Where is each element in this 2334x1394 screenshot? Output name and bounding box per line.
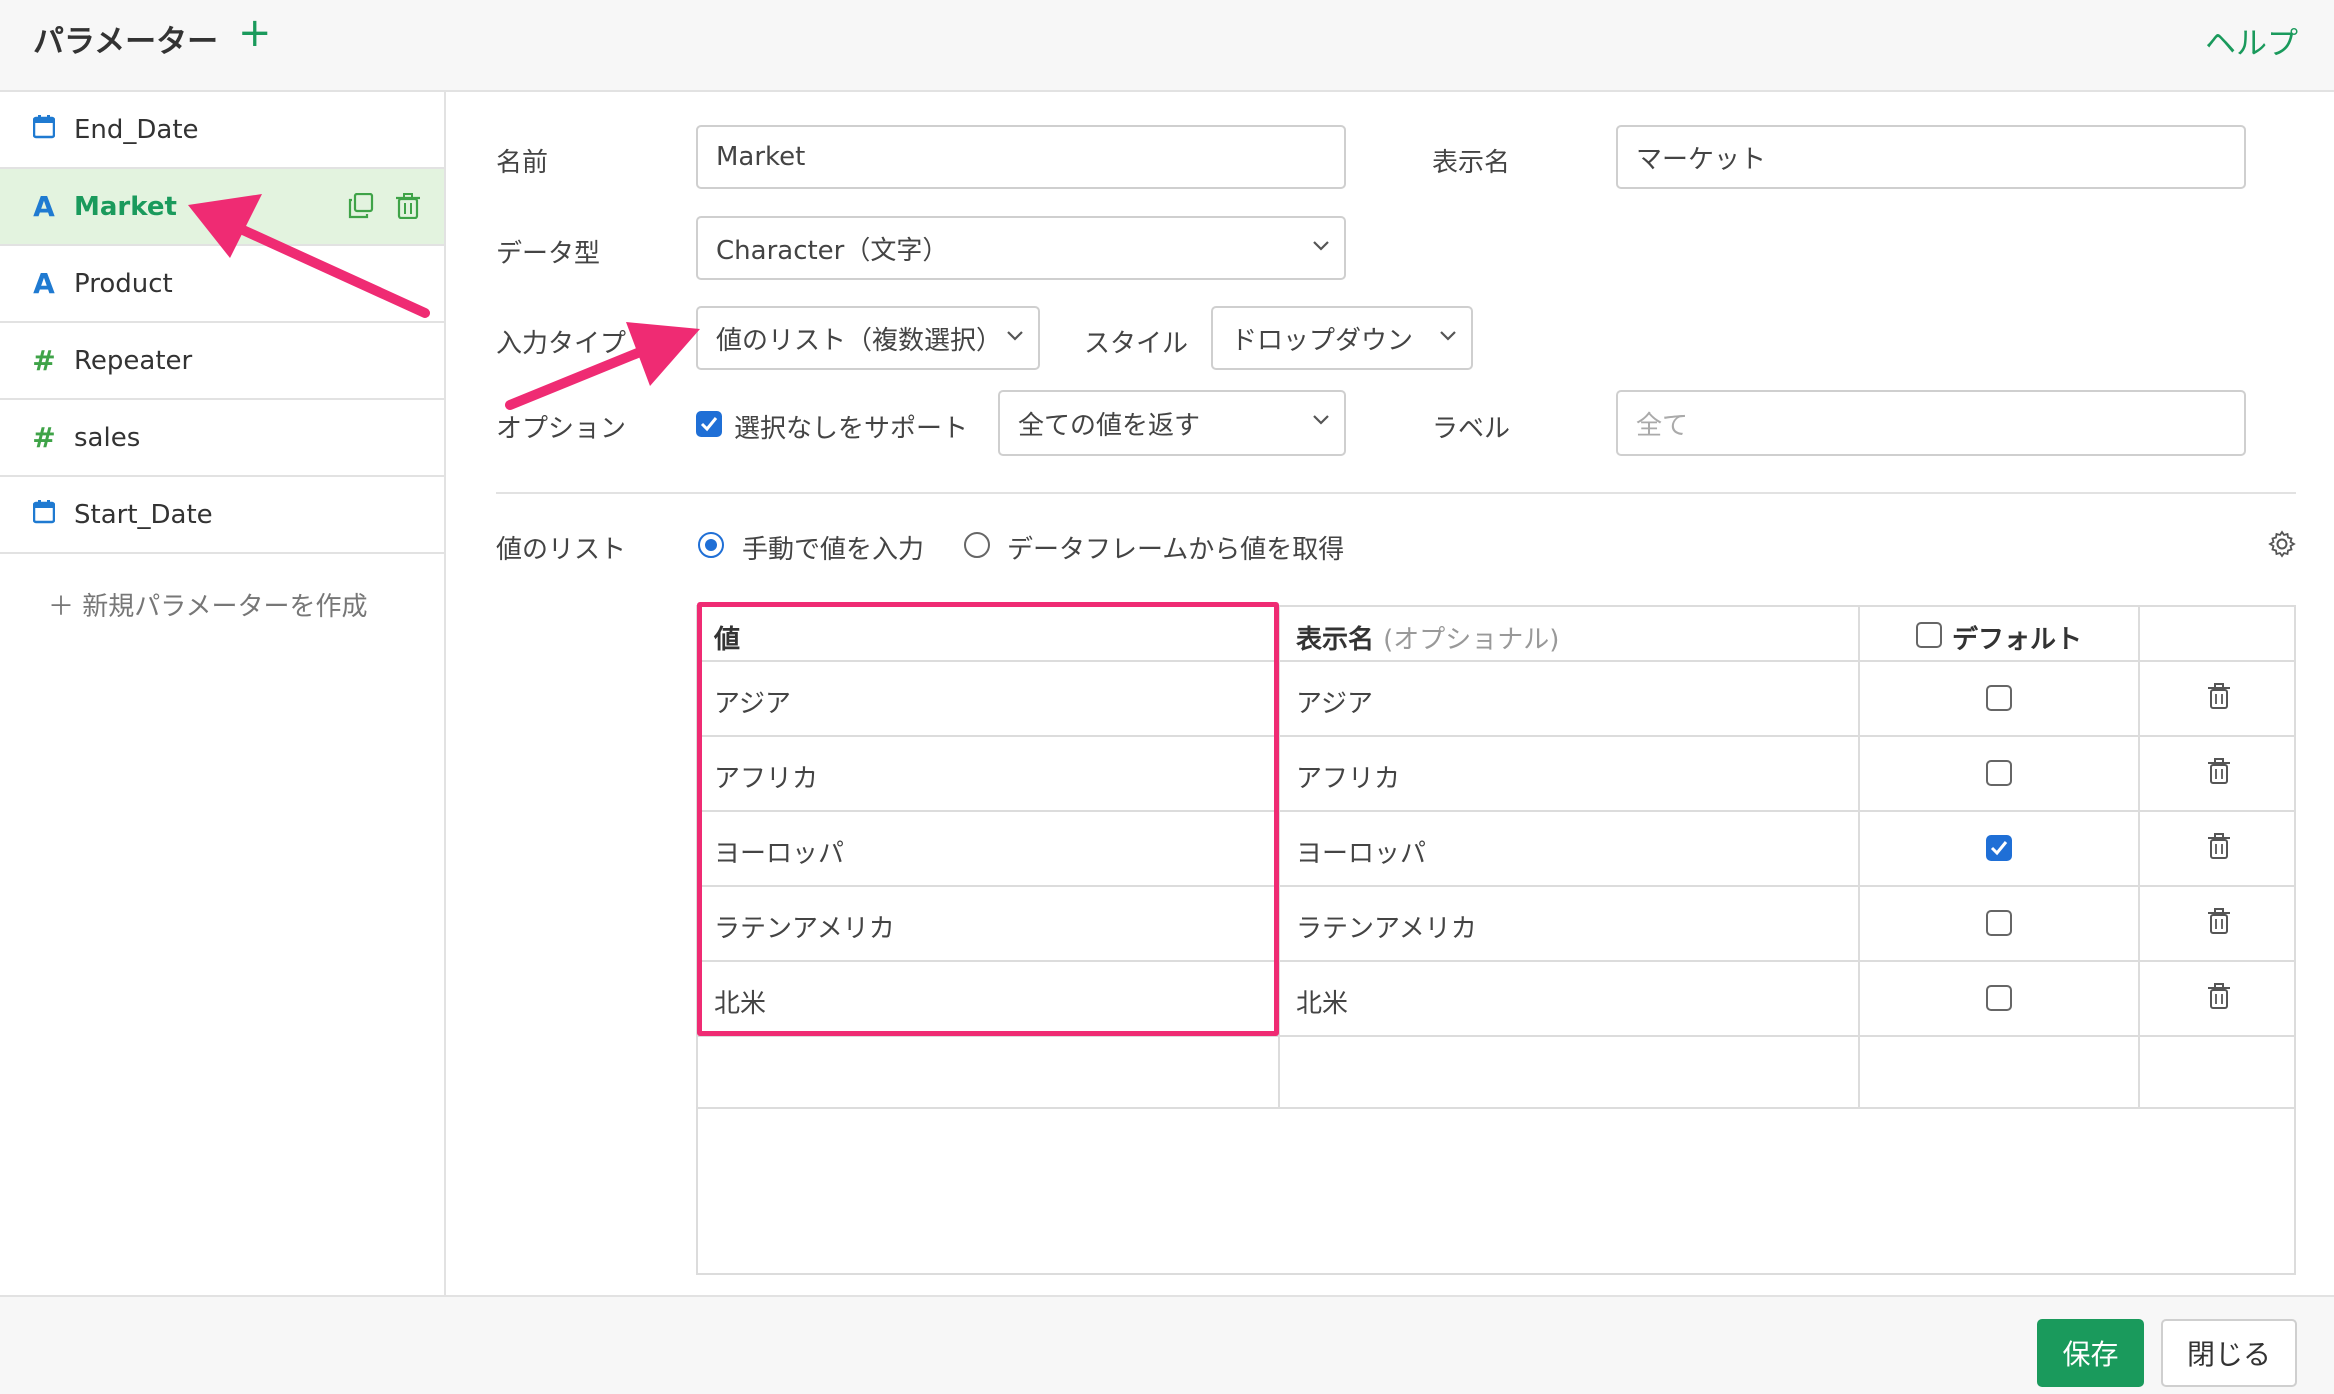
chevron-down-icon [1440, 331, 1456, 341]
support-none-label: 選択なしをサポート [734, 414, 969, 444]
chevron-down-icon [1313, 241, 1329, 251]
delete-row-icon[interactable] [2208, 758, 2230, 788]
default-checkbox[interactable] [1986, 760, 2012, 786]
value-column-highlight [697, 602, 1279, 1036]
label-label: ラベル [1432, 414, 1511, 444]
display-name-cell[interactable]: アフリカ [1296, 758, 1400, 795]
display-name-cell[interactable]: アジア [1296, 683, 1373, 720]
dataframe-radio[interactable] [964, 532, 990, 558]
help-link[interactable]: ヘルプ [2205, 18, 2298, 63]
text-type-icon: A [33, 190, 55, 223]
value-list-label: 値のリスト [496, 535, 627, 565]
delete-row-icon[interactable] [2208, 833, 2230, 863]
data-type-value: Character（文字） [716, 235, 949, 266]
sidebar-item-end-date[interactable]: End_Date [0, 92, 444, 169]
delete-row-icon[interactable] [2208, 683, 2230, 713]
sidebar-item-label: Market [74, 191, 177, 222]
default-checkbox[interactable] [1986, 910, 2012, 936]
default-checkbox[interactable] [1986, 835, 2012, 861]
default-all-checkbox[interactable] [1916, 622, 1942, 648]
create-parameter-link[interactable]: ＋ 新規パラメーターを作成 [48, 586, 368, 623]
manual-input-radio[interactable] [698, 532, 724, 558]
label-input-placeholder: 全て [1636, 410, 1689, 441]
display-name-cell[interactable]: ラテンアメリカ [1296, 908, 1477, 945]
default-checkbox[interactable] [1986, 985, 2012, 1011]
gear-icon[interactable] [2268, 530, 2296, 562]
optional-hint: (オプショナル) [1383, 625, 1560, 655]
parameter-sidebar: End_Date A Market A Product # Repeater #… [0, 92, 446, 1295]
name-input-value: Market [716, 142, 806, 172]
add-parameter-button[interactable]: + [238, 10, 272, 56]
input-type-select[interactable]: 値のリスト（複数選択） [696, 306, 1040, 370]
delete-row-icon[interactable] [2208, 908, 2230, 938]
delete-row-icon[interactable] [2208, 983, 2230, 1013]
sidebar-item-market[interactable]: A Market [0, 169, 444, 246]
return-value: 全ての値を返す [1018, 410, 1201, 441]
display-name-cell[interactable]: ヨーロッパ [1296, 833, 1426, 870]
sidebar-item-sales[interactable]: # sales [0, 400, 444, 477]
default-checkbox[interactable] [1986, 685, 2012, 711]
display-name-cell[interactable]: 北米 [1296, 983, 1348, 1020]
style-value: ドロップダウン [1231, 325, 1414, 356]
option-label: オプション [496, 414, 627, 444]
label-input[interactable]: 全て [1616, 390, 2246, 456]
chevron-down-icon [1007, 331, 1023, 341]
dialog-header: パラメーター + ヘルプ [0, 0, 2334, 92]
style-label: スタイル [1084, 329, 1189, 359]
column-divider [2138, 607, 2140, 1107]
display-name-input-value: マーケット [1636, 144, 1767, 175]
calendar-icon [28, 498, 60, 531]
sidebar-item-label: sales [74, 422, 141, 453]
sidebar-item-label: End_Date [74, 114, 199, 145]
sidebar-item-label: Product [74, 268, 173, 299]
calendar-icon [28, 113, 60, 146]
number-type-icon: # [32, 421, 56, 454]
save-button[interactable]: 保存 [2037, 1319, 2144, 1387]
input-type-label: 入力タイプ [496, 329, 627, 359]
sidebar-item-label: Repeater [74, 345, 193, 376]
sidebar-item-label: Start_Date [74, 499, 213, 530]
name-input[interactable]: Market [696, 125, 1346, 189]
sidebar-item-start-date[interactable]: Start_Date [0, 477, 444, 554]
sidebar-item-repeater[interactable]: # Repeater [0, 323, 444, 400]
dialog-footer: 保存 閉じる [0, 1295, 2334, 1394]
section-divider [496, 492, 2296, 494]
style-select[interactable]: ドロップダウン [1211, 306, 1473, 370]
sidebar-item-product[interactable]: A Product [0, 246, 444, 323]
dataframe-label: データフレームから値を取得 [1007, 535, 1345, 565]
manual-input-label: 手動で値を入力 [742, 535, 925, 565]
duplicate-icon[interactable] [348, 192, 374, 223]
text-type-icon: A [33, 267, 55, 300]
data-type-select[interactable]: Character（文字） [696, 216, 1346, 280]
close-button[interactable]: 閉じる [2161, 1319, 2297, 1387]
display-name-label: 表示名 [1432, 148, 1511, 178]
display-name-input[interactable]: マーケット [1616, 125, 2246, 189]
column-header-display-name: 表示名 (オプショナル) [1296, 619, 1559, 656]
dialog-title: パラメーター [33, 24, 219, 60]
column-header-default: デフォルト [1952, 625, 2083, 655]
return-value-select[interactable]: 全ての値を返す [998, 390, 1346, 456]
input-type-value: 値のリスト（複数選択） [716, 325, 1003, 356]
column-header-display-label: 表示名 [1296, 625, 1375, 655]
number-type-icon: # [32, 344, 56, 377]
support-none-checkbox[interactable] [696, 411, 722, 437]
delete-icon[interactable] [396, 193, 420, 223]
chevron-down-icon [1313, 415, 1329, 425]
data-type-label: データ型 [496, 239, 601, 269]
column-divider [1858, 607, 1860, 1107]
name-label: 名前 [496, 148, 549, 178]
row-divider [698, 1107, 2296, 1109]
